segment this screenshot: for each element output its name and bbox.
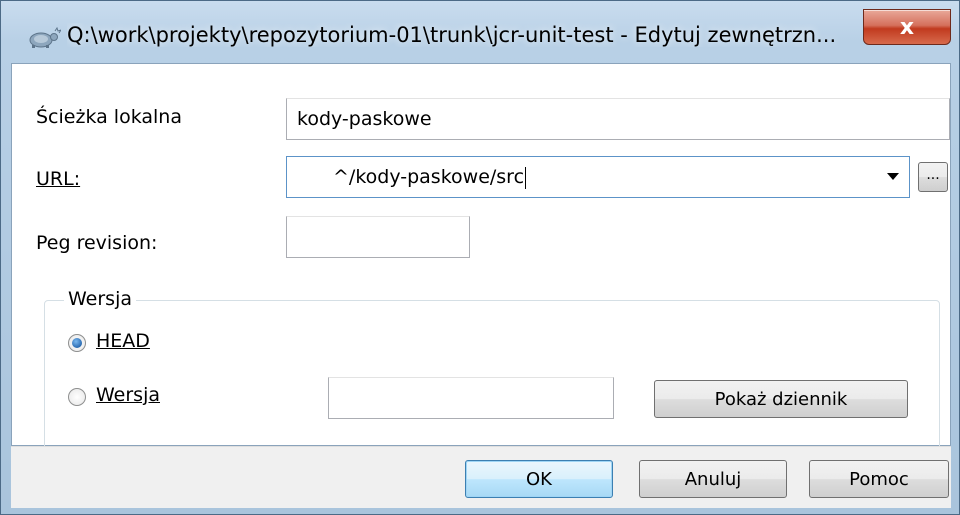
dropdown-arrow-icon[interactable] xyxy=(887,173,899,180)
local-path-input[interactable]: kody-paskowe xyxy=(286,98,950,140)
cancel-label: Anuluj xyxy=(684,468,742,490)
dialog-content: Ścieżka lokalna kody-paskowe URL: ^/kody… xyxy=(11,63,951,504)
tortoise-svn-icon xyxy=(27,26,63,49)
revision-number-input[interactable] xyxy=(328,377,614,419)
ok-label: OK xyxy=(526,468,552,490)
browse-url-button[interactable]: ... xyxy=(918,162,948,192)
cancel-button[interactable]: Anuluj xyxy=(639,460,787,498)
head-radio-label[interactable]: HEAD xyxy=(96,330,150,352)
help-label: Pomoc xyxy=(849,468,909,490)
dialog-window: Q:\work\projekty\repozytorium-01\trunk\j… xyxy=(0,0,960,515)
revision-radio-label[interactable]: Wersja xyxy=(96,384,160,406)
ok-button[interactable]: OK xyxy=(465,460,613,498)
text-caret xyxy=(525,166,527,189)
close-button[interactable]: x xyxy=(863,9,951,45)
head-radio[interactable] xyxy=(68,334,86,352)
show-log-label: Pokaż dziennik xyxy=(714,388,848,410)
peg-revision-input[interactable] xyxy=(286,216,470,258)
close-icon: x xyxy=(899,14,915,40)
revision-group-title: Wersja xyxy=(64,288,136,310)
local-path-label: Ścieżka lokalna xyxy=(36,106,182,128)
window-title: Q:\work\projekty\repozytorium-01\trunk\j… xyxy=(67,23,837,47)
peg-revision-label: Peg revision: xyxy=(36,232,158,254)
url-combobox[interactable]: ^/kody-paskowe/src xyxy=(286,156,910,198)
title-bar[interactable]: Q:\work\projekty\repozytorium-01\trunk\j… xyxy=(1,1,959,63)
revision-radio[interactable] xyxy=(68,388,86,406)
browse-label: ... xyxy=(926,167,940,183)
help-button[interactable]: Pomoc xyxy=(809,460,949,498)
url-label: URL: xyxy=(36,168,81,190)
local-path-value: kody-paskowe xyxy=(297,108,432,130)
show-log-button[interactable]: Pokaż dziennik xyxy=(654,380,908,418)
url-value: ^/kody-paskowe/src xyxy=(333,166,525,188)
dialog-footer: OK Anuluj Pomoc xyxy=(11,446,951,508)
